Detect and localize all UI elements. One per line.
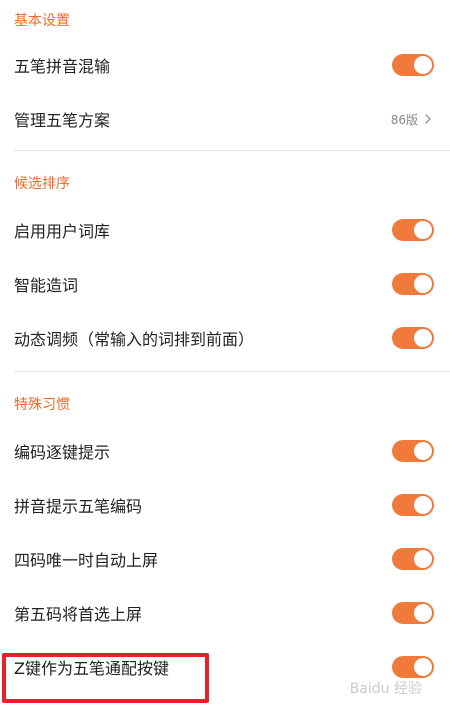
scheme-value: 86版 (390, 112, 418, 127)
row-label: 动态调频（常输入的词排到前面） (14, 330, 255, 349)
toggle-knob (414, 550, 432, 568)
settings-page: 基本设置 五笔拼音混输 管理五笔方案 86版 候选排序 启用用户词库 智能造词 … (0, 0, 450, 694)
section-candidate-sorting: 候选排序 启用用户词库 智能造词 动态调频（常输入的词排到前面） (0, 165, 450, 365)
row-pinyin-shows-wubi-code[interactable]: 拼音提示五笔编码 (0, 478, 450, 532)
row-dynamic-frequency[interactable]: 动态调频（常输入的词排到前面） (0, 311, 450, 365)
row-label: 第五码将首选上屏 (14, 605, 143, 624)
toggle-switch[interactable] (392, 327, 434, 349)
row-wubi-pinyin-mixed[interactable]: 五笔拼音混输 (0, 38, 450, 92)
toggle-switch[interactable] (392, 656, 434, 678)
divider (14, 150, 450, 151)
toggle-knob (414, 56, 432, 74)
row-label: 拼音提示五笔编码 (14, 497, 143, 516)
section-header-candidate: 候选排序 (14, 176, 70, 192)
toggle-switch[interactable] (392, 602, 434, 624)
section-header-basic: 基本设置 (14, 13, 70, 29)
toggle-switch[interactable] (392, 440, 434, 462)
toggle-knob (414, 604, 432, 622)
toggle-switch[interactable] (392, 548, 434, 570)
chevron-right-icon (425, 114, 431, 124)
row-key-by-key-hint[interactable]: 编码逐键提示 (0, 424, 450, 478)
toggle-switch[interactable] (392, 494, 434, 516)
toggle-knob (414, 275, 432, 293)
watermark-text: Baidu 经验 (349, 681, 422, 697)
toggle-knob (414, 221, 432, 239)
toggle-switch[interactable] (392, 273, 434, 295)
row-label: 启用用户词库 (14, 222, 111, 241)
row-label: 编码逐键提示 (14, 443, 111, 462)
toggle-knob (414, 329, 432, 347)
divider (14, 371, 450, 372)
section-header-special: 特殊习惯 (14, 397, 70, 413)
row-enable-user-dictionary[interactable]: 启用用户词库 (0, 203, 450, 257)
row-label: 智能造词 (14, 276, 79, 295)
toggle-knob (414, 496, 432, 514)
row-label: Z键作为五笔通配按键 (14, 659, 169, 678)
row-four-code-auto-commit[interactable]: 四码唯一时自动上屏 (0, 532, 450, 586)
section-basic-settings: 基本设置 五笔拼音混输 管理五笔方案 86版 (0, 0, 450, 146)
row-smart-word-creation[interactable]: 智能造词 (0, 257, 450, 311)
row-manage-wubi-scheme[interactable]: 管理五笔方案 86版 (0, 92, 450, 146)
section-special-habits: 特殊习惯 编码逐键提示 拼音提示五笔编码 四码唯一时自动上屏 第五码将首选上屏 (0, 386, 450, 694)
toggle-switch[interactable] (392, 54, 434, 76)
row-fifth-code-commit-first[interactable]: 第五码将首选上屏 (0, 586, 450, 640)
toggle-switch[interactable] (392, 219, 434, 241)
value-wrap: 86版 (391, 111, 434, 128)
row-label: 四码唯一时自动上屏 (14, 551, 159, 570)
toggle-knob (414, 658, 432, 676)
row-label: 管理五笔方案 (14, 111, 111, 130)
row-label: 五笔拼音混输 (14, 57, 111, 76)
toggle-knob (414, 442, 432, 460)
